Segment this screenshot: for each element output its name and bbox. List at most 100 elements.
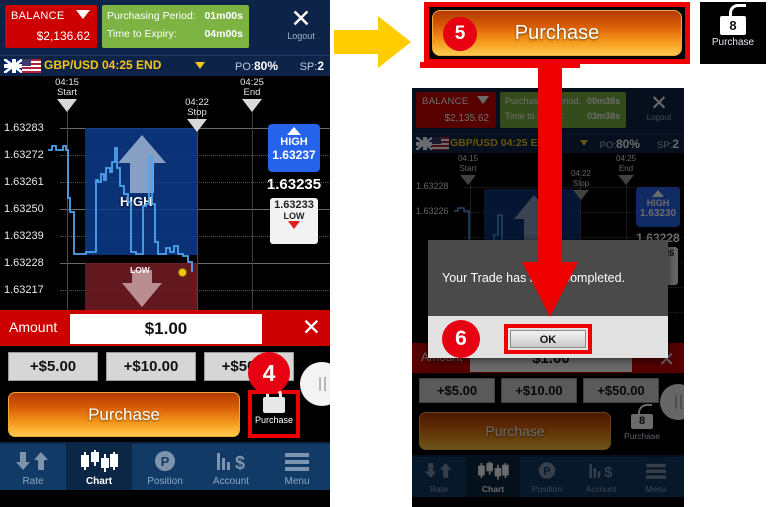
nav-item-chart[interactable]: Chart (66, 444, 132, 490)
left-header: BALANCE $2,136.62 Purchasing Period: 01m… (0, 0, 330, 55)
current-price-label: 1.63235 (266, 176, 322, 193)
time-to-expiry-label: Time to Expiry: (107, 28, 177, 40)
padlock-open-icon: 8 (720, 4, 746, 35)
nav-item-chart[interactable]: Chart (466, 457, 520, 497)
quick-amount-button[interactable]: +$5.00 (8, 352, 98, 381)
balance-label: BALANCE (422, 96, 469, 107)
period-box: Purchasing Period: 01m00s Time to Expiry… (102, 5, 249, 48)
purchase-button[interactable]: Purchase (8, 392, 240, 437)
lock-count-badge: 8 (729, 18, 737, 33)
lock-label: Purchase (624, 431, 660, 441)
balance-value: $2,135.62 (444, 113, 490, 124)
quick-amount-button[interactable]: +$5.00 (419, 378, 495, 403)
quick-amount-button[interactable]: +$50.00 (583, 378, 659, 403)
nav-item-account[interactable]: $ Account (198, 444, 264, 490)
left-phone-screen: BALANCE $2,136.62 Purchasing Period: 01m… (0, 0, 330, 507)
p-circle-icon: P (132, 450, 198, 472)
chevron-down-icon (76, 10, 90, 19)
svg-text:$: $ (604, 465, 613, 480)
marker-stop: 04:22 Stop (170, 98, 224, 132)
nav-item-account[interactable]: $ Account (574, 457, 628, 497)
hamburger-icon (264, 450, 330, 472)
left-bottom-nav: Rate Chart P Position $ Account Menu (0, 442, 330, 490)
nav-item-menu[interactable]: Menu (628, 457, 684, 497)
callout-purchase-button[interactable]: Purchase 5 (424, 2, 690, 64)
left-price-chart[interactable]: 1.63283 1.63272 1.63261 1.63250 1.63239 … (0, 76, 330, 310)
purchase-lock-toggle[interactable]: Purchase (248, 387, 300, 438)
right-purchase-row: Purchase 8 Purchase (412, 404, 684, 455)
marker-start: 04:15 Start (40, 78, 94, 112)
quick-amount-button[interactable]: +$10.00 (501, 378, 577, 403)
chevron-down-icon (477, 96, 489, 104)
candlestick-icon (466, 461, 520, 480)
marker-end: 04:25 End (602, 154, 650, 185)
pair-chevron-down-icon[interactable] (580, 140, 588, 146)
payout-value: PO:80% (235, 59, 278, 73)
nav-item-menu[interactable]: Menu (264, 444, 330, 490)
left-pair-bar[interactable]: GBP/USD 04:25 END PO:80% SP:2 (0, 55, 330, 76)
triangle-down-icon (288, 221, 300, 229)
close-x-icon: ✕ (290, 4, 312, 33)
dialog-ok-button[interactable]: OK (510, 330, 586, 348)
bars-dollar-icon: $ (198, 450, 264, 472)
triangle-up-icon (287, 127, 301, 135)
amount-label: Amount (9, 319, 58, 335)
purchase-button[interactable]: Purchase (419, 412, 611, 450)
yellow-right-arrow-icon (334, 16, 411, 68)
arrows-up-down-icon (0, 450, 66, 472)
logout-label: Logout (646, 113, 672, 122)
current-price-dot (178, 268, 187, 277)
step-badge-6: 6 (442, 320, 480, 358)
padlock-open-icon: 8 (631, 404, 653, 429)
currency-pair-label: GBP/USD 04:25 END (44, 58, 162, 72)
lock-count-badge: 8 (638, 415, 646, 427)
balance-box[interactable]: BALANCE $2,136.62 (5, 5, 97, 48)
logout-label: Logout (287, 31, 315, 41)
balance-box[interactable]: BALANCE $2,135.62 (416, 92, 496, 128)
payout-value: PO:80% (599, 137, 640, 151)
close-x-icon[interactable]: ✕ (302, 315, 321, 341)
marker-end: 04:25 End (225, 78, 279, 112)
marker-start: 04:15 Start (444, 154, 492, 185)
left-purchase-row: Purchase Purchase (0, 386, 330, 442)
spread-value: SP:2 (299, 59, 324, 73)
dialog-ok-highlight: OK (504, 324, 592, 354)
logout-button[interactable]: ✕ Logout (278, 4, 324, 50)
high-price-badge[interactable]: HIGH 1.63237 (268, 124, 320, 172)
us-flag-icon (22, 59, 41, 73)
red-down-arrow-icon (522, 62, 578, 317)
logout-button[interactable]: ✕ Logout (638, 90, 680, 130)
low-price-badge[interactable]: 1.63233 LOW (270, 198, 318, 244)
candlestick-icon (66, 450, 132, 472)
left-amount-bar: Amount $1.00 ✕ (0, 310, 330, 346)
balance-label: BALANCE (11, 10, 65, 22)
pair-chevron-down-icon[interactable] (195, 62, 205, 69)
arrows-up-down-icon (412, 461, 466, 480)
svg-text:P: P (161, 454, 170, 469)
us-flag-icon (432, 137, 449, 150)
quick-amount-button[interactable]: +$10.00 (106, 352, 196, 381)
bars-dollar-icon: $ (574, 461, 628, 480)
step-badge-4: 4 (248, 352, 290, 394)
nav-item-position[interactable]: P Position (132, 444, 198, 490)
p-circle-icon: P (520, 461, 574, 480)
lock-label: Purchase (711, 37, 755, 48)
hamburger-icon (628, 461, 684, 480)
time-to-expiry-value: 04m00s (204, 28, 243, 40)
purchase-unlock-toggle[interactable]: 8 Purchase (618, 404, 666, 452)
nav-item-position[interactable]: P Position (520, 457, 574, 497)
flags-icon (416, 137, 450, 150)
amount-input[interactable]: $1.00 (70, 314, 262, 344)
flags-icon (4, 59, 42, 73)
high-price-badge[interactable]: HIGH 1.63230 (636, 187, 680, 227)
svg-text:$: $ (235, 453, 245, 472)
padlock-closed-icon (263, 387, 285, 413)
triangle-up-icon (652, 190, 664, 197)
callout-unlocked-purchase[interactable]: 8 Purchase (700, 2, 766, 64)
nav-item-rate[interactable]: Rate (412, 457, 466, 497)
uk-flag-icon (416, 137, 433, 150)
svg-text:P: P (543, 466, 550, 478)
step-badge-5: 5 (443, 17, 477, 51)
balance-value: $2,136.62 (36, 29, 90, 43)
nav-item-rate[interactable]: Rate (0, 444, 66, 490)
